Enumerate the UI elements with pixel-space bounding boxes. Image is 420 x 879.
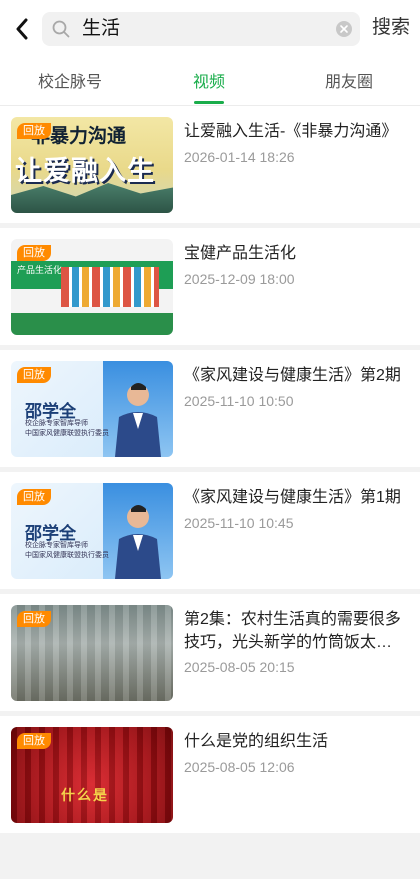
video-result-item[interactable]: 产品生活化 回放 宝健产品生活化 2025-12-09 18:00 (0, 228, 420, 345)
thumbnail-subtext: 中国家风健康联盟执行委员 (25, 430, 109, 437)
video-date: 2026-01-14 18:26 (184, 149, 295, 165)
person-icon (115, 383, 161, 457)
replay-badge: 回放 (17, 733, 51, 749)
thumbnail-subtext: 校企脉专家智库导师 (25, 542, 88, 549)
video-result-item[interactable]: 邵学全 校企脉专家智库导师 中国家风健康联盟执行委员 回放 《家风建设与健康生活… (0, 472, 420, 589)
tab-official-accounts[interactable]: 校企脉号 (0, 72, 140, 94)
video-thumbnail[interactable]: 产品生活化 回放 (11, 239, 173, 335)
video-title: 宝健产品生活化 (184, 245, 297, 262)
tab-videos[interactable]: 视频 (139, 72, 279, 94)
top-bar: 生活 搜索 (0, 0, 420, 58)
back-button[interactable] (8, 12, 36, 46)
replay-badge: 回放 (17, 489, 51, 505)
video-title: 什么是党的组织生活 (184, 733, 329, 750)
thumbnail-text: 校企脉专家智库导师 中国家风健康联盟执行委员 (25, 541, 109, 561)
video-date: 2025-11-10 10:50 (184, 393, 294, 409)
video-result-item[interactable]: 回放 第2集：农村生活真的需要很多技巧，光头新学的竹筒饭太… 2025-08-0… (0, 594, 420, 711)
thumbnail-subtext: 中国家风健康联盟执行委员 (25, 552, 109, 559)
clear-icon[interactable] (336, 21, 352, 37)
thumbnail-text: 校企脉专家智库导师 中国家风健康联盟执行委员 (25, 419, 109, 439)
thumbnail-text: 产品生活化 (17, 265, 63, 275)
video-title: 《家风建设与健康生活》第1期 (184, 489, 401, 506)
video-thumbnail[interactable]: 回放 (11, 605, 173, 701)
search-query: 生活 (82, 18, 121, 39)
thumbnail-text: 什么是 (61, 787, 109, 803)
video-date: 2025-11-10 10:45 (184, 515, 294, 531)
video-date: 2025-08-05 20:15 (184, 659, 295, 675)
video-date: 2025-12-09 18:00 (184, 271, 295, 287)
video-result-list: 非暴力沟通 让爱融入生活 回放 让爱融入生活-《非暴力沟通》 2026-01-1… (0, 106, 420, 838)
video-title: 第2集：农村生活真的需要很多技巧，光头新学的竹筒饭太… (184, 611, 401, 651)
video-title: 让爱融入生活-《非暴力沟通》 (184, 123, 398, 140)
chevron-left-icon (16, 18, 28, 40)
thumbnail-art (61, 267, 159, 307)
search-icon (52, 20, 70, 38)
replay-badge: 回放 (17, 611, 51, 627)
video-result-item[interactable]: 什么是 回放 什么是党的组织生活 2025-08-05 12:06 (0, 716, 420, 833)
replay-badge: 回放 (17, 123, 51, 139)
video-title: 《家风建设与健康生活》第2期 (184, 367, 401, 384)
thumbnail-art (11, 313, 173, 335)
video-thumbnail[interactable]: 非暴力沟通 让爱融入生活 回放 (11, 117, 173, 213)
active-tab-indicator (194, 101, 224, 104)
replay-badge: 回放 (17, 367, 51, 383)
video-thumbnail[interactable]: 什么是 回放 (11, 727, 173, 823)
replay-badge: 回放 (17, 245, 51, 261)
search-button[interactable]: 搜索 (372, 16, 410, 40)
video-thumbnail[interactable]: 邵学全 校企脉专家智库导师 中国家风健康联盟执行委员 回放 (11, 361, 173, 457)
video-thumbnail[interactable]: 邵学全 校企脉专家智库导师 中国家风健康联盟执行委员 回放 (11, 483, 173, 579)
video-date: 2025-08-05 12:06 (184, 759, 295, 775)
tab-bar: 校企脉号 视频 朋友圈 (0, 58, 420, 106)
thumbnail-subtext: 校企脉专家智库导师 (25, 420, 88, 427)
video-result-item[interactable]: 邵学全 校企脉专家智库导师 中国家风健康联盟执行委员 回放 《家风建设与健康生活… (0, 350, 420, 467)
video-result-item[interactable]: 非暴力沟通 让爱融入生活 回放 让爱融入生活-《非暴力沟通》 2026-01-1… (0, 106, 420, 223)
search-input[interactable]: 生活 (42, 12, 360, 46)
tab-moments[interactable]: 朋友圈 (279, 72, 419, 94)
person-icon (115, 505, 161, 579)
